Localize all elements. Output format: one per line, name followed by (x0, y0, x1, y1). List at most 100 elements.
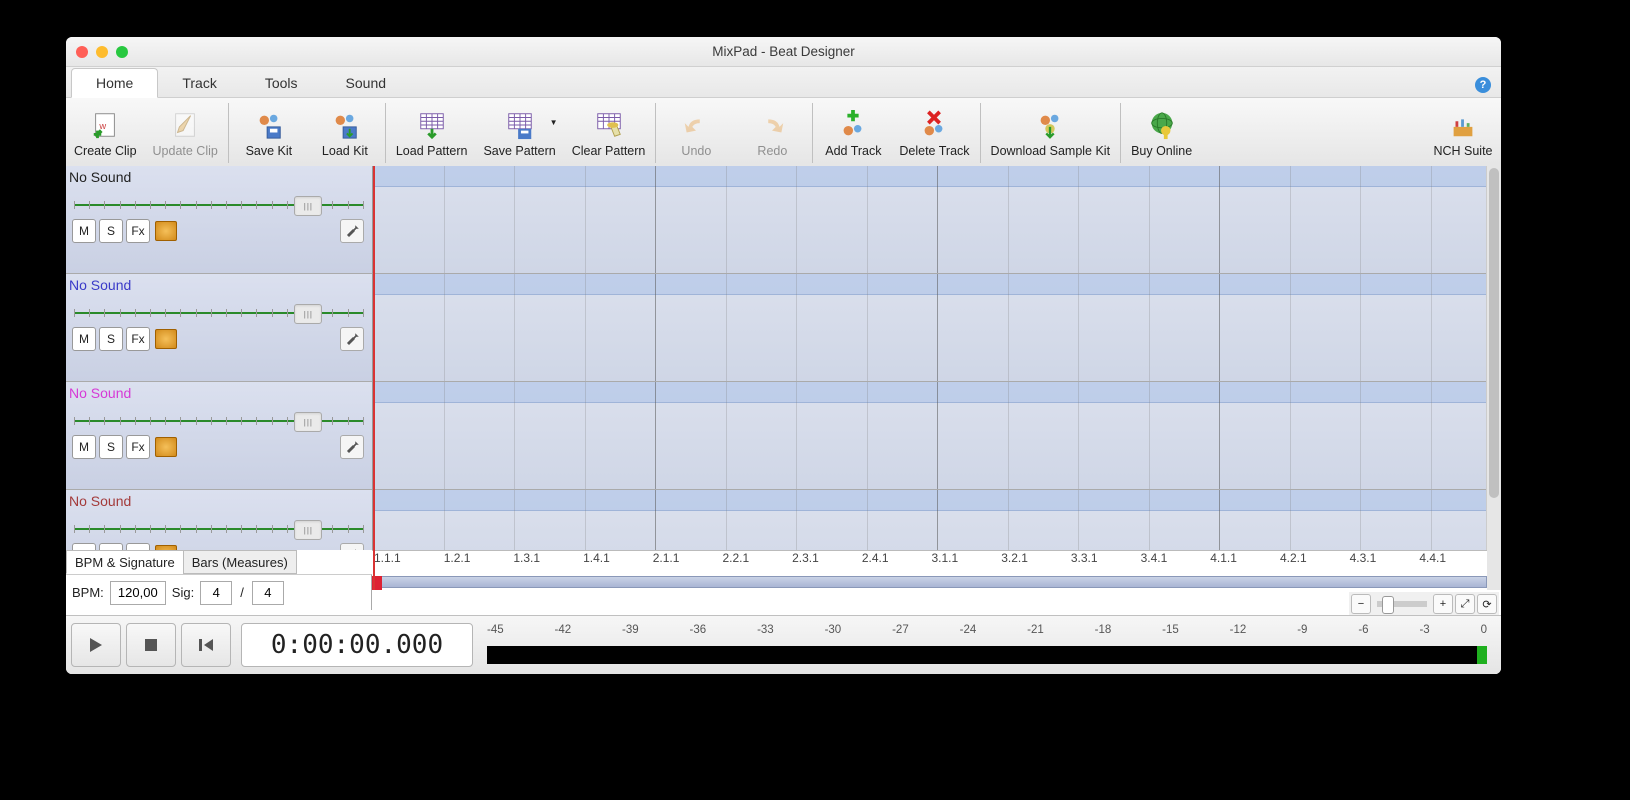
sound-select-button[interactable] (155, 221, 177, 241)
play-button[interactable] (71, 623, 121, 667)
meter-tick: -12 (1230, 624, 1247, 642)
track-header: No Sound MSFx (66, 274, 372, 382)
slider-thumb[interactable] (294, 304, 322, 324)
track-settings-button[interactable] (340, 435, 364, 459)
window-zoom-button[interactable] (116, 46, 128, 58)
play-icon (87, 636, 105, 654)
sig-numerator-input[interactable] (200, 581, 232, 605)
level-meter: -45-42-39-36-33-30-27-24-21-18-15-12-9-6… (487, 624, 1487, 666)
load-pattern-button[interactable]: Load Pattern (388, 98, 476, 168)
ruler-scrollbar[interactable] (372, 576, 1487, 588)
mute-button[interactable]: M (72, 435, 96, 459)
track-name: No Sound (69, 277, 131, 293)
tab-track[interactable]: Track (158, 69, 240, 97)
sound-select-button[interactable] (155, 437, 177, 457)
clear-pattern-icon (593, 108, 625, 142)
delete-track-button[interactable]: Delete Track (891, 98, 977, 168)
track-header: No Sound MSFx (66, 166, 372, 274)
meter-tick: -45 (487, 624, 504, 642)
playhead[interactable] (373, 166, 375, 590)
create-clip-button[interactable]: w Create Clip (66, 98, 145, 168)
slider-thumb[interactable] (294, 196, 322, 216)
load-kit-icon (329, 108, 361, 142)
load-pattern-icon (416, 108, 448, 142)
pattern-grid[interactable] (373, 166, 1501, 590)
volume-slider[interactable] (74, 412, 364, 430)
timecode-display: 0:00:00.000 (241, 623, 473, 667)
fx-button[interactable]: Fx (126, 327, 150, 351)
redo-button: Redo (734, 98, 810, 168)
help-button[interactable]: ? (1475, 77, 1491, 93)
window-close-button[interactable] (76, 46, 88, 58)
scrollbar-thumb[interactable] (1489, 168, 1499, 498)
track-name: No Sound (69, 493, 131, 509)
rewind-icon (197, 636, 215, 654)
create-clip-icon: w (89, 108, 121, 142)
track-name: No Sound (69, 385, 131, 401)
slider-thumb[interactable] (294, 412, 322, 432)
wrench-icon (345, 440, 359, 454)
wrench-icon (345, 332, 359, 346)
add-track-icon (837, 108, 869, 142)
grid-row[interactable] (373, 382, 1501, 490)
download-sample-kit-icon (1034, 108, 1066, 142)
vertical-scrollbar[interactable] (1486, 166, 1501, 590)
app-window: MixPad - Beat Designer Home Track Tools … (66, 37, 1501, 674)
solo-button[interactable]: S (99, 219, 123, 243)
meter-tick: -3 (1419, 624, 1429, 642)
meter-tick: -42 (555, 624, 572, 642)
undo-icon (680, 108, 712, 142)
window-title: MixPad - Beat Designer (66, 44, 1501, 59)
zoom-out-button[interactable]: − (1351, 594, 1371, 614)
delete-track-icon (918, 108, 950, 142)
bpm-input[interactable] (110, 581, 166, 605)
save-kit-button[interactable]: Save Kit (231, 98, 307, 168)
zoom-reset-button[interactable]: ⟳ (1477, 594, 1497, 614)
track-settings-button[interactable] (340, 327, 364, 351)
volume-slider[interactable] (74, 304, 364, 322)
fx-button[interactable]: Fx (126, 219, 150, 243)
tab-bars-measures[interactable]: Bars (Measures) (183, 550, 297, 574)
nch-suite-button[interactable]: NCH Suite (1425, 98, 1501, 168)
sig-denominator-input[interactable] (252, 581, 284, 605)
redo-icon (756, 108, 788, 142)
mute-button[interactable]: M (72, 327, 96, 351)
buy-online-button[interactable]: Buy Online (1123, 98, 1200, 168)
rewind-button[interactable] (181, 623, 231, 667)
volume-slider[interactable] (74, 196, 364, 214)
timeline-ruler[interactable]: 1.1.11.2.11.3.11.4.12.1.12.2.12.3.12.4.1… (372, 550, 1487, 591)
save-kit-icon (253, 108, 285, 142)
mute-button[interactable]: M (72, 219, 96, 243)
meter-tick: -30 (825, 624, 842, 642)
meter-tick: -21 (1027, 624, 1044, 642)
download-sample-kit-button[interactable]: Download Sample Kit (983, 98, 1119, 168)
sound-select-button[interactable] (155, 329, 177, 349)
meter-tick: -27 (892, 624, 909, 642)
zoom-slider[interactable] (1377, 601, 1427, 607)
volume-slider[interactable] (74, 520, 364, 538)
stop-button[interactable] (126, 623, 176, 667)
slider-thumb[interactable] (294, 520, 322, 540)
save-pattern-button[interactable]: Save Pattern ▼ (475, 98, 563, 168)
add-track-button[interactable]: Add Track (815, 98, 891, 168)
solo-button[interactable]: S (99, 327, 123, 351)
fx-button[interactable]: Fx (126, 435, 150, 459)
toolbar: w Create Clip Update Clip Save Kit Load … (66, 98, 1501, 169)
tab-tools[interactable]: Tools (241, 69, 322, 97)
grid-row[interactable] (373, 166, 1501, 274)
load-kit-button[interactable]: Load Kit (307, 98, 383, 168)
tab-home[interactable]: Home (71, 68, 158, 98)
track-settings-button[interactable] (340, 219, 364, 243)
solo-button[interactable]: S (99, 435, 123, 459)
track-name: No Sound (69, 169, 131, 185)
wrench-icon (345, 224, 359, 238)
tab-bpm-signature[interactable]: BPM & Signature (66, 550, 184, 574)
svg-text:w: w (99, 121, 107, 131)
grid-row[interactable] (373, 274, 1501, 382)
nch-suite-icon (1447, 108, 1479, 142)
window-minimize-button[interactable] (96, 46, 108, 58)
zoom-in-button[interactable]: + (1433, 594, 1453, 614)
tab-sound[interactable]: Sound (322, 69, 410, 97)
zoom-fit-button[interactable]: ⤢ (1455, 594, 1475, 614)
clear-pattern-button[interactable]: Clear Pattern (564, 98, 654, 168)
